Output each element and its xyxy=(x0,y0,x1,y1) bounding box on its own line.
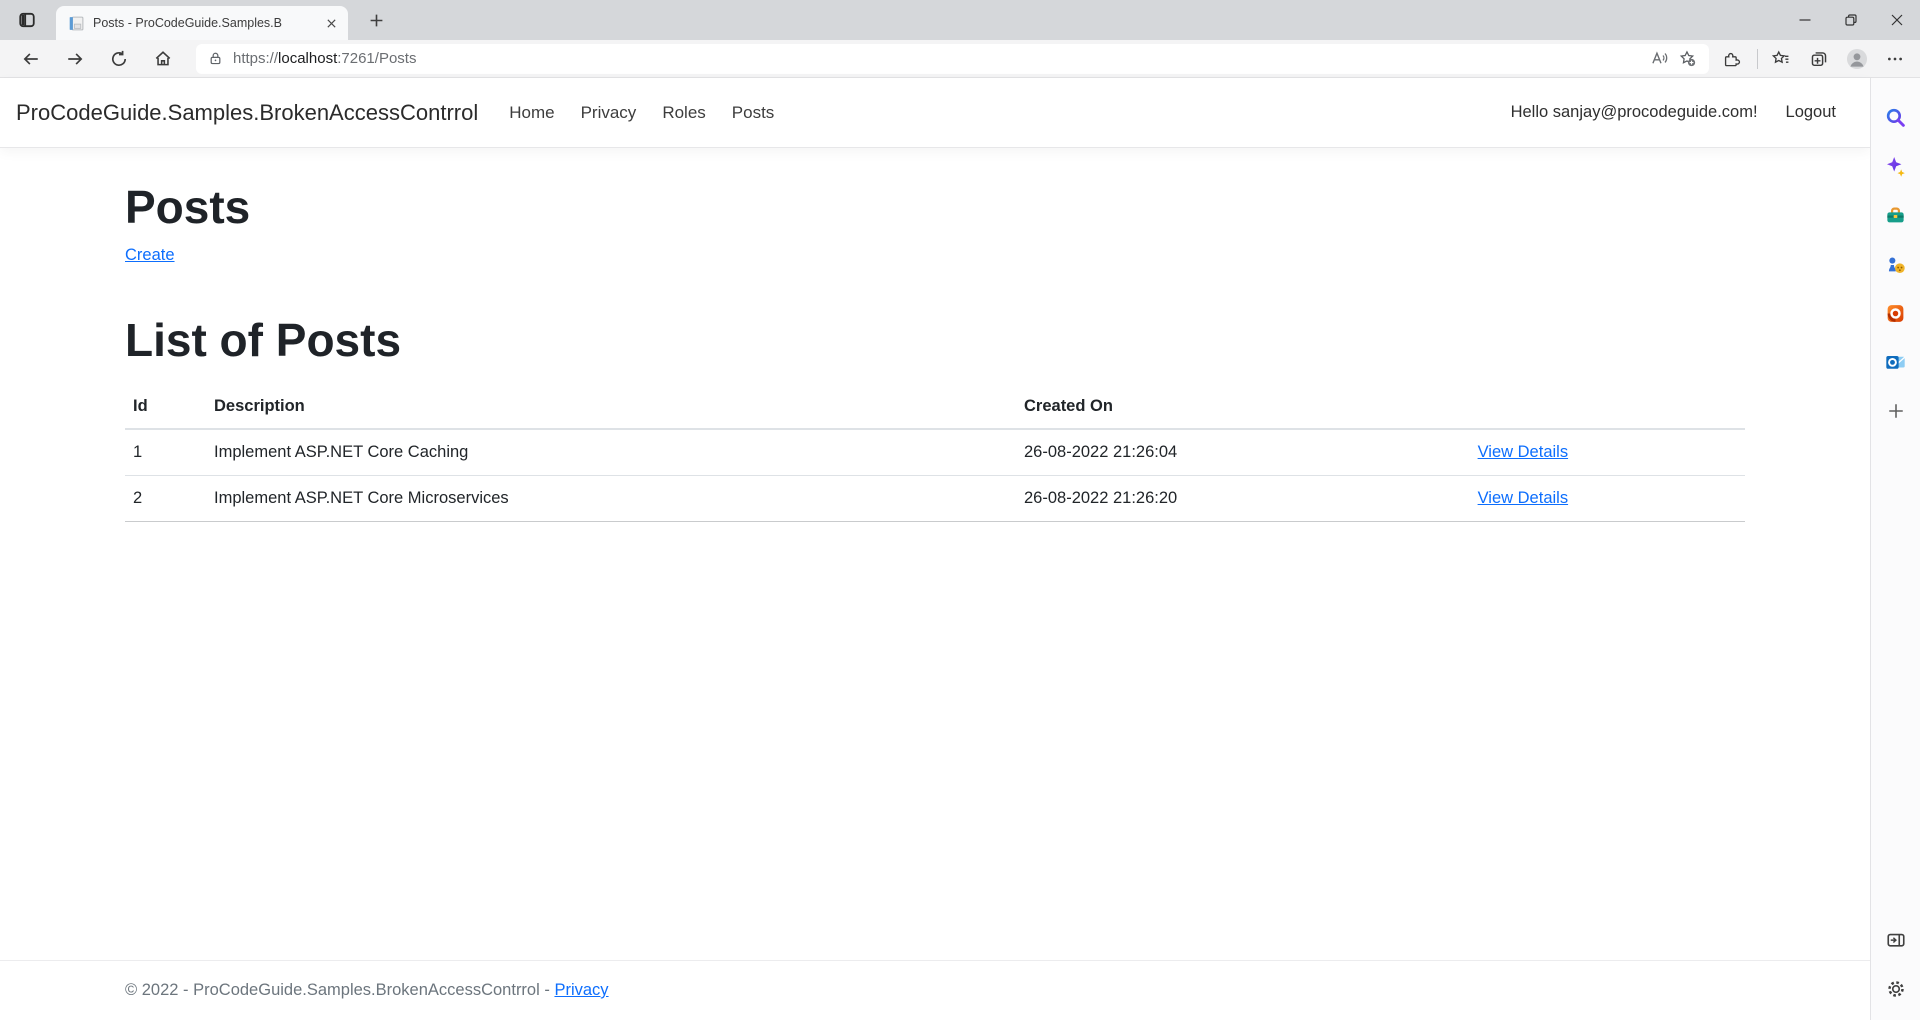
sidebar-toggle-icon[interactable] xyxy=(1877,921,1915,959)
toolbar-right-icons xyxy=(1715,44,1912,74)
minimize-button[interactable] xyxy=(1782,0,1828,40)
view-details-link[interactable]: View Details xyxy=(1478,443,1568,461)
tab-title: Posts - ProCodeGuide.Samples.B xyxy=(93,16,322,30)
lock-icon[interactable] xyxy=(208,51,223,66)
nav-link-roles[interactable]: Roles xyxy=(649,103,718,123)
column-header-description: Description xyxy=(206,385,1016,429)
site-navbar: ProCodeGuide.Samples.BrokenAccessContrro… xyxy=(0,78,1870,148)
post-id-cell: 1 xyxy=(125,429,206,476)
outlook-icon[interactable] xyxy=(1877,343,1915,381)
column-header-id: Id xyxy=(125,385,206,429)
edge-sidebar xyxy=(1870,78,1920,1020)
brand-link[interactable]: ProCodeGuide.Samples.BrokenAccessContrro… xyxy=(16,100,478,126)
office-icon[interactable] xyxy=(1877,294,1915,332)
tab-favicon-icon xyxy=(68,15,85,32)
main-content: Posts Create List of Posts Id Descriptio… xyxy=(0,148,1870,960)
view-details-link[interactable]: View Details xyxy=(1478,489,1568,507)
post-description-cell: Implement ASP.NET Core Caching xyxy=(206,429,1016,476)
settings-gear-icon[interactable] xyxy=(1877,970,1915,1008)
copilot-icon[interactable] xyxy=(1877,147,1915,185)
tab-close-icon[interactable] xyxy=(322,14,340,32)
browser-toolbar: https://localhost:7261/Posts xyxy=(0,40,1920,78)
footer-privacy-link[interactable]: Privacy xyxy=(554,981,608,999)
create-link[interactable]: Create xyxy=(125,246,175,264)
nav-right: Hello sanjay@procodeguide.com! Logout xyxy=(1511,103,1836,122)
back-button[interactable] xyxy=(14,44,48,74)
url-host: localhost xyxy=(278,50,337,67)
url-scheme: https:// xyxy=(233,50,278,67)
posts-table: Id Description Created On 1 Implement AS… xyxy=(125,385,1745,522)
more-menu-icon[interactable] xyxy=(1878,44,1912,74)
profile-avatar[interactable] xyxy=(1840,44,1874,74)
read-aloud-icon[interactable] xyxy=(1645,46,1673,72)
add-favorite-icon[interactable] xyxy=(1673,46,1701,72)
post-id-cell: 2 xyxy=(125,476,206,522)
url-path: :7261/Posts xyxy=(337,50,416,67)
post-description-cell: Implement ASP.NET Core Microservices xyxy=(206,476,1016,522)
column-header-actions xyxy=(1470,385,1745,429)
column-header-created-on: Created On xyxy=(1016,385,1470,429)
nav-links: Home Privacy Roles Posts xyxy=(496,103,787,123)
logout-button[interactable]: Logout xyxy=(1786,103,1836,122)
extensions-icon[interactable] xyxy=(1715,44,1749,74)
table-row: 1 Implement ASP.NET Core Caching 26-08-2… xyxy=(125,429,1745,476)
nav-link-posts[interactable]: Posts xyxy=(719,103,788,123)
user-greeting-link[interactable]: Hello sanjay@procodeguide.com! xyxy=(1511,103,1758,122)
page-title: Posts xyxy=(125,180,1745,234)
page-footer: © 2022 - ProCodeGuide.Samples.BrokenAcce… xyxy=(0,960,1870,1020)
browser-tab-strip: Posts - ProCodeGuide.Samples.B xyxy=(0,0,1920,40)
games-icon[interactable] xyxy=(1877,245,1915,283)
restore-button[interactable] xyxy=(1828,0,1874,40)
nav-link-privacy[interactable]: Privacy xyxy=(568,103,650,123)
toolbar-divider xyxy=(1757,49,1758,69)
add-icon[interactable] xyxy=(1877,392,1915,430)
web-page: ProCodeGuide.Samples.BrokenAccessContrro… xyxy=(0,78,1870,1020)
address-bar[interactable]: https://localhost:7261/Posts xyxy=(196,44,1709,74)
list-of-posts-title: List of Posts xyxy=(125,313,1745,367)
window-controls xyxy=(1782,0,1920,40)
table-row: 2 Implement ASP.NET Core Microservices 2… xyxy=(125,476,1745,522)
url-text[interactable]: https://localhost:7261/Posts xyxy=(233,50,1645,67)
refresh-button[interactable] xyxy=(102,44,136,74)
copyright-text: © 2022 - ProCodeGuide.Samples.BrokenAcce… xyxy=(125,981,550,999)
search-icon[interactable] xyxy=(1877,98,1915,136)
tab-workspaces-button[interactable] xyxy=(12,5,42,35)
tools-icon[interactable] xyxy=(1877,196,1915,234)
close-window-button[interactable] xyxy=(1874,0,1920,40)
collections-icon[interactable] xyxy=(1802,44,1836,74)
forward-button[interactable] xyxy=(58,44,92,74)
favorites-icon[interactable] xyxy=(1764,44,1798,74)
new-tab-button[interactable] xyxy=(362,6,390,34)
nav-link-home[interactable]: Home xyxy=(496,103,567,123)
post-created-on-cell: 26-08-2022 21:26:04 xyxy=(1016,429,1470,476)
post-created-on-cell: 26-08-2022 21:26:20 xyxy=(1016,476,1470,522)
home-button[interactable] xyxy=(146,44,180,74)
workspaces-icon xyxy=(18,11,36,29)
browser-tab-posts[interactable]: Posts - ProCodeGuide.Samples.B xyxy=(56,6,348,40)
